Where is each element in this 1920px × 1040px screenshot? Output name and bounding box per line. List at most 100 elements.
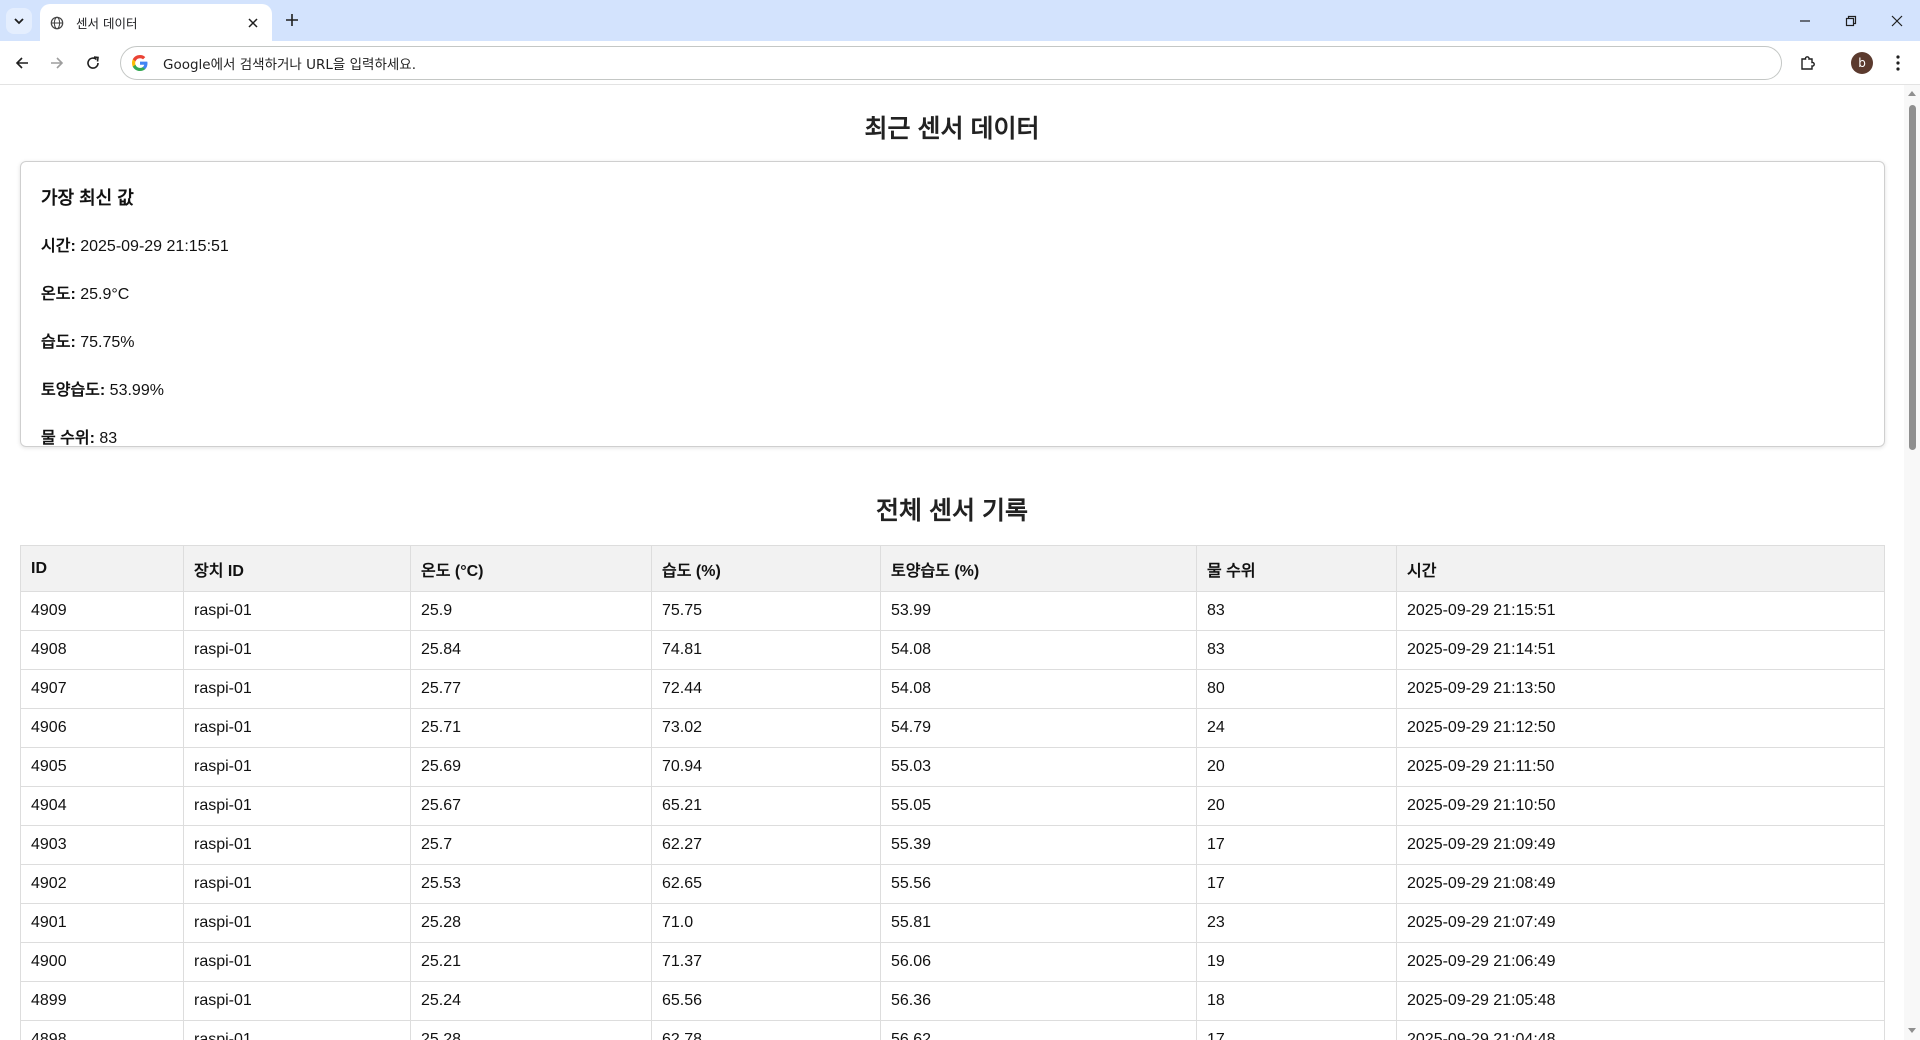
table-cell: raspi-01: [183, 669, 411, 709]
new-tab-button[interactable]: [280, 8, 304, 32]
table-cell: 4901: [20, 903, 184, 943]
table-cell: 4906: [20, 708, 184, 748]
table-cell: raspi-01: [183, 630, 411, 670]
latest-temperature: 온도: 25.9°C: [41, 280, 1864, 304]
table-cell: 4908: [20, 630, 184, 670]
table-cell: raspi-01: [183, 786, 411, 826]
soil-moisture-value: 53.99%: [109, 382, 164, 399]
scroll-up-arrow-icon[interactable]: [1908, 91, 1916, 96]
table-cell: 65.56: [651, 981, 881, 1021]
minimize-icon: [1800, 19, 1810, 22]
scroll-down-arrow-icon[interactable]: [1908, 1028, 1916, 1033]
puzzle-icon: [1801, 56, 1815, 70]
table-row: 4909 raspi-01 25.9 75.75 53.99 83 2025-09-29 2…: [20, 591, 1885, 631]
table-cell: 65.21: [651, 786, 881, 826]
tab-search-button[interactable]: [6, 8, 32, 34]
table-cell: 2025-09-29 21:13:50: [1396, 669, 1885, 709]
table-cell: 72.44: [651, 669, 881, 709]
table-cell: 23: [1196, 903, 1397, 943]
table-cell: 25.53: [410, 864, 652, 904]
temperature-value: 25.9°C: [80, 286, 130, 303]
table-cell: 71.0: [651, 903, 881, 943]
table-body: 4909 raspi-01 25.9 75.75 53.99 83 2025-09-29 2…: [20, 591, 1885, 1040]
close-icon: [248, 17, 258, 28]
latest-humidity: 습도: 75.75%: [41, 328, 1864, 352]
table-cell: 4900: [20, 942, 184, 982]
minimize-button[interactable]: [1782, 0, 1828, 41]
table-cell: 62.65: [651, 864, 881, 904]
table-cell: 2025-09-29 21:07:49: [1396, 903, 1885, 943]
history-heading: 전체 센서 기록: [876, 497, 1028, 525]
arrow-right-icon: [51, 57, 64, 69]
card-title: 가장 최신 값: [41, 188, 134, 208]
table-cell: 25.77: [410, 669, 652, 709]
table-cell: 55.39: [880, 825, 1197, 865]
time-label: 시간:: [41, 238, 76, 255]
table-cell: raspi-01: [183, 825, 411, 865]
tab-title: 센서 데이터: [76, 16, 138, 31]
reload-button[interactable]: [79, 49, 107, 77]
table-cell: 53.99: [880, 591, 1197, 631]
table-cell: 2025-09-29 21:14:51: [1396, 630, 1885, 670]
address-bar[interactable]: Google에서 검색하거나 URL을 입력하세요.: [120, 46, 1782, 80]
table-row: 4900 raspi-01 25.21 71.37 56.06 19 2025-09-29 …: [20, 942, 1885, 982]
table-cell: 25.84: [410, 630, 652, 670]
window-close-button[interactable]: [1874, 0, 1920, 41]
table-row: 4906 raspi-01 25.71 73.02 54.79 24 2025-09-29 …: [20, 708, 1885, 748]
column-header: 장치 ID: [183, 545, 411, 592]
table-cell: 2025-09-29 21:11:50: [1396, 747, 1885, 787]
table-cell: 25.9: [410, 591, 652, 631]
globe-icon: [50, 16, 64, 29]
restore-button[interactable]: [1828, 0, 1874, 41]
browser-tab[interactable]: 센서 데이터: [40, 4, 272, 41]
table-cell: 18: [1196, 981, 1397, 1021]
page-viewport: 최근 센서 데이터 가장 최신 값 시간: 2025-09-29 21:15:5…: [0, 85, 1904, 1040]
table-cell: 56.36: [880, 981, 1197, 1021]
table-cell: 83: [1196, 630, 1397, 670]
table-header-row: ID 장치 ID 온도 (°C) 습도 (%) 토양습도 (%) 물 수위 시간: [20, 545, 1885, 592]
humidity-value: 75.75%: [80, 334, 135, 351]
close-icon: [1891, 15, 1903, 26]
vertical-scrollbar[interactable]: [1904, 85, 1920, 1040]
profile-avatar[interactable]: b: [1851, 52, 1873, 74]
table-row: 4902 raspi-01 25.53 62.65 55.56 17 2025-09-29 …: [20, 864, 1885, 904]
table-cell: 17: [1196, 1020, 1397, 1040]
table-cell: 80: [1196, 669, 1397, 709]
table-cell: 4904: [20, 786, 184, 826]
table-cell: 55.03: [880, 747, 1197, 787]
table-cell: 17: [1196, 825, 1397, 865]
table-cell: 2025-09-29 21:12:50: [1396, 708, 1885, 748]
table-row: 4901 raspi-01 25.28 71.0 55.81 23 2025-09-29 2…: [20, 903, 1885, 943]
tab-close-button[interactable]: [244, 14, 262, 32]
column-header: 물 수위: [1196, 545, 1397, 592]
table-row: 4899 raspi-01 25.24 65.56 56.36 18 2025-09-29 …: [20, 981, 1885, 1021]
back-button[interactable]: [8, 49, 36, 77]
latest-water-level: 물 수위: 83: [41, 424, 1864, 448]
column-header: 시간: [1396, 545, 1885, 592]
table-cell: 2025-09-29 21:09:49: [1396, 825, 1885, 865]
table-cell: raspi-01: [183, 1020, 411, 1040]
table-cell: 19: [1196, 942, 1397, 982]
column-header: ID: [20, 545, 184, 592]
table-row: 4904 raspi-01 25.67 65.21 55.05 20 2025-09-29 …: [20, 786, 1885, 826]
menu-button[interactable]: [1884, 49, 1912, 77]
latest-values-card: 가장 최신 값 시간: 2025-09-29 21:15:51 온도: 25.9…: [20, 161, 1885, 447]
table-cell: 24: [1196, 708, 1397, 748]
table-cell: 56.06: [880, 942, 1197, 982]
table-cell: 54.08: [880, 630, 1197, 670]
soil-moisture-label: 토양습도:: [41, 382, 106, 399]
table-cell: 2025-09-29 21:08:49: [1396, 864, 1885, 904]
scroll-thumb[interactable]: [1909, 105, 1916, 450]
table-cell: 4899: [20, 981, 184, 1021]
extensions-button[interactable]: [1794, 49, 1822, 77]
table-cell: 4903: [20, 825, 184, 865]
table-row: 4903 raspi-01 25.7 62.27 55.39 17 2025-09-29 2…: [20, 825, 1885, 865]
sensor-history-table: ID 장치 ID 온도 (°C) 습도 (%) 토양습도 (%) 물 수위 시간…: [20, 545, 1885, 1040]
google-logo-icon: [132, 55, 148, 71]
table-cell: 71.37: [651, 942, 881, 982]
forward-button[interactable]: [43, 49, 71, 77]
table-cell: 62.27: [651, 825, 881, 865]
table-cell: raspi-01: [183, 864, 411, 904]
more-vert-icon: [1896, 55, 1900, 71]
table-cell: 73.02: [651, 708, 881, 748]
